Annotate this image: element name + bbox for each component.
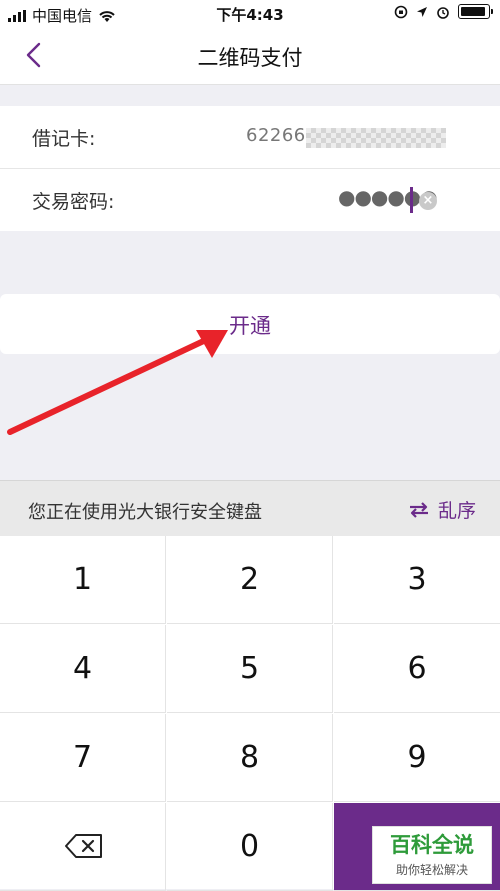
nav-bar: 二维码支付 <box>0 28 500 85</box>
keyboard-title: 您正在使用光大银行安全键盘 <box>28 502 262 523</box>
alarm-icon <box>437 6 449 19</box>
key-6[interactable]: 6 <box>334 625 500 713</box>
watermark-subtitle: 助你轻松解决 <box>395 863 468 877</box>
key-3[interactable]: 3 <box>334 536 500 624</box>
key-2[interactable]: 2 <box>167 536 333 624</box>
key-7[interactable]: 7 <box>0 714 166 802</box>
password-label: 交易密码: <box>32 191 115 213</box>
card-label: 借记卡: <box>32 128 96 150</box>
card-row[interactable]: 借记卡: 62266 <box>0 106 500 169</box>
status-bar: 中国电信 下午4:43 <box>0 0 500 28</box>
shuffle-label: 乱序 <box>438 500 477 522</box>
annotation-arrow <box>7 330 228 435</box>
shuffle-icon <box>410 501 428 518</box>
card-number-mosaic <box>306 128 446 148</box>
shuffle-button[interactable]: 乱序 <box>408 496 476 523</box>
location-icon <box>417 6 427 17</box>
card-number: 62266 <box>246 125 306 146</box>
backspace-icon <box>65 834 102 858</box>
watermark-title: 百科全说 <box>390 833 474 857</box>
payment-form: 借记卡: 62266 交易密码: ●●●●●● <box>0 106 500 231</box>
key-4[interactable]: 4 <box>0 625 166 713</box>
text-cursor <box>410 187 413 213</box>
battery-icon <box>458 4 493 19</box>
keyboard-header: 您正在使用光大银行安全键盘 乱序 <box>0 480 500 537</box>
page-title: 二维码支付 <box>197 46 303 70</box>
status-right <box>394 4 493 19</box>
watermark-badge: 百科全说 助你轻松解决 <box>372 826 492 884</box>
rotation-lock-icon <box>394 5 408 18</box>
key-9[interactable]: 9 <box>334 714 500 802</box>
delete-key[interactable] <box>0 803 166 891</box>
key-1[interactable]: 1 <box>0 536 166 624</box>
key-0[interactable]: 0 <box>167 803 333 891</box>
key-5[interactable]: 5 <box>167 625 333 713</box>
clear-input-icon[interactable]: × <box>419 192 437 210</box>
key-8[interactable]: 8 <box>167 714 333 802</box>
